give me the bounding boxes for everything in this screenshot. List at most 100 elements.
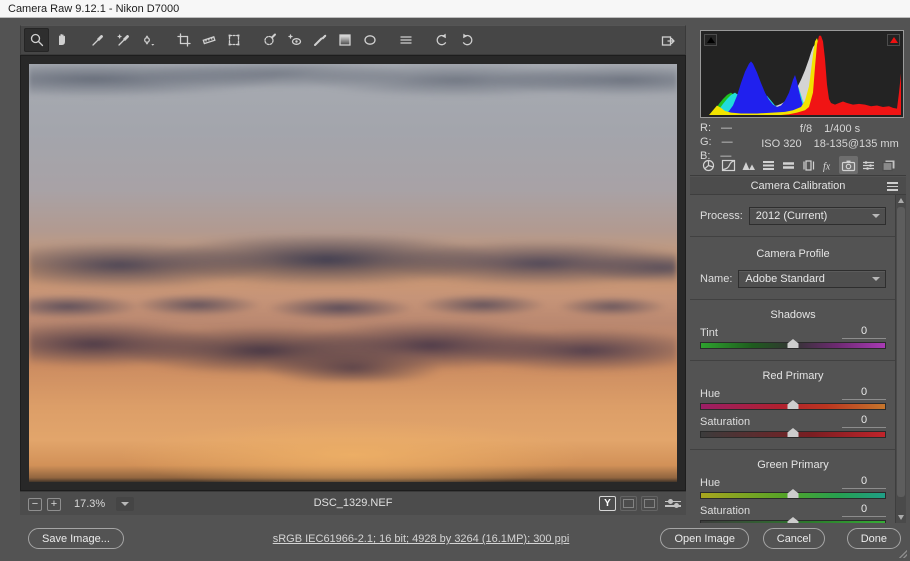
iso: ISO 320 <box>761 138 801 150</box>
scroll-down-arrow-icon[interactable] <box>898 515 904 520</box>
tab-basic[interactable] <box>699 156 718 174</box>
green-primary-hue-slider[interactable] <box>700 492 886 499</box>
toggle-fullscreen-button[interactable] <box>655 29 680 53</box>
rotate-left-button[interactable] <box>429 28 454 52</box>
fx-icon: fx <box>821 159 836 172</box>
tab-tone-curve[interactable] <box>719 156 738 174</box>
zoom-tool-button[interactable] <box>24 28 49 52</box>
spot-heal-icon <box>262 32 278 48</box>
white-balance-tool-button[interactable] <box>85 28 110 52</box>
ellipse-icon <box>362 32 378 48</box>
before-after-toggle-button[interactable]: Y <box>599 496 616 511</box>
toolbar <box>20 25 686 55</box>
done-button[interactable]: Done <box>847 528 901 549</box>
chevron-down-icon <box>872 214 880 218</box>
shadows-tint-slider[interactable] <box>700 342 886 349</box>
red-primary-hue-value[interactable]: 0 <box>842 386 886 400</box>
presets-sliders-icon <box>861 159 876 172</box>
process-row: Process: 2012 (Current) <box>700 207 886 225</box>
tab-presets[interactable] <box>859 156 878 174</box>
panel-menu-button[interactable] <box>887 182 898 191</box>
aperture-icon <box>701 159 716 172</box>
svg-text:fx: fx <box>823 161 831 172</box>
r-label: R: <box>700 122 711 134</box>
tab-hsl-grayscale[interactable] <box>759 156 778 174</box>
slider-group-header: Shadows <box>700 309 886 321</box>
lens-info: 18-135@135 mm <box>814 138 899 150</box>
save-image-button[interactable]: Save Image... <box>28 528 124 549</box>
slider-label: Saturation <box>700 416 750 428</box>
slider-thumb[interactable] <box>788 428 799 437</box>
split-toning-icon <box>781 159 796 172</box>
workflow-options-link[interactable]: sRGB IEC61966-2.1; 16 bit; 4928 by 3264 … <box>273 533 570 545</box>
swap-before-after-button[interactable] <box>620 496 637 511</box>
red-eye-icon <box>287 32 303 48</box>
slider-thumb[interactable] <box>788 489 799 498</box>
cancel-button[interactable]: Cancel <box>763 528 825 549</box>
gradient-square-icon <box>337 32 353 48</box>
slider-thumb[interactable] <box>788 339 799 348</box>
copy-settings-button[interactable] <box>641 496 658 511</box>
open-image-button[interactable]: Open Image <box>660 528 749 549</box>
highlight-clip-icon <box>890 37 898 43</box>
preferences-button[interactable] <box>393 28 418 52</box>
resize-grip[interactable] <box>899 550 907 558</box>
adjustment-brush-tool-button[interactable] <box>307 28 332 52</box>
red-primary-saturation-value[interactable]: 0 <box>842 414 886 428</box>
fullscreen-icon <box>660 33 676 49</box>
hand-tool-button[interactable] <box>49 28 74 52</box>
tab-snapshots[interactable] <box>879 156 898 174</box>
cancel-label: Cancel <box>777 533 811 545</box>
list-icon <box>398 32 414 48</box>
rotate-ccw-icon <box>434 32 450 48</box>
preview-preferences-button[interactable] <box>665 501 681 507</box>
tab-detail[interactable] <box>739 156 758 174</box>
image-preview-frame <box>20 55 686 491</box>
panel-scrollbar[interactable] <box>895 195 906 523</box>
tab-lens-corrections[interactable] <box>799 156 818 174</box>
profile-select[interactable]: Adobe Standard <box>738 270 886 288</box>
section-divider <box>690 360 895 361</box>
done-label: Done <box>861 533 887 545</box>
transform-tool-button[interactable] <box>221 28 246 52</box>
slider-thumb[interactable] <box>788 517 799 523</box>
tab-split-toning[interactable] <box>779 156 798 174</box>
photo-preview[interactable] <box>29 64 677 482</box>
scroll-up-arrow-icon[interactable] <box>898 198 904 203</box>
red-primary-hue-slider[interactable] <box>700 403 886 410</box>
scrollbar-thumb[interactable] <box>897 207 905 497</box>
rotate-right-button[interactable] <box>454 28 479 52</box>
green-primary-saturation-slider[interactable] <box>700 520 886 523</box>
hand-icon <box>54 32 70 48</box>
process-select[interactable]: 2012 (Current) <box>749 207 886 225</box>
green-primary-hue-value[interactable]: 0 <box>842 475 886 489</box>
color-sampler-tool-button[interactable] <box>110 28 135 52</box>
shutter-speed: 1/400 s <box>824 123 860 135</box>
filename: DSC_1329.NEF <box>20 497 686 509</box>
spot-removal-tool-button[interactable] <box>257 28 282 52</box>
crop-tool-button[interactable] <box>171 28 196 52</box>
histogram[interactable] <box>700 30 904 118</box>
tab-effects[interactable]: fx <box>819 156 838 174</box>
shadow-clip-icon <box>707 37 715 43</box>
section-divider <box>690 449 895 450</box>
green-primary-saturation-value[interactable]: 0 <box>842 503 886 517</box>
shadows-tint-value[interactable]: 0 <box>842 325 886 339</box>
crop-icon <box>176 32 192 48</box>
tab-camera-calibration[interactable] <box>839 156 858 174</box>
radial-filter-tool-button[interactable] <box>357 28 382 52</box>
red-primary-saturation-slider[interactable] <box>700 431 886 438</box>
shadow-clipping-indicator[interactable] <box>704 34 717 46</box>
slider-thumb[interactable] <box>788 400 799 409</box>
photo-cloud-streaks <box>29 64 677 118</box>
graduated-filter-tool-button[interactable] <box>332 28 357 52</box>
red-eye-tool-button[interactable] <box>282 28 307 52</box>
g-value: — <box>722 136 733 148</box>
targeted-adjustment-tool-button[interactable] <box>135 28 160 52</box>
transform-grid-icon <box>226 32 242 48</box>
hsl-bars-icon <box>761 159 776 172</box>
open-image-label: Open Image <box>674 533 735 545</box>
highlight-clipping-indicator[interactable] <box>887 34 900 46</box>
straighten-tool-button[interactable] <box>196 28 221 52</box>
name-label: Name: <box>700 273 732 285</box>
